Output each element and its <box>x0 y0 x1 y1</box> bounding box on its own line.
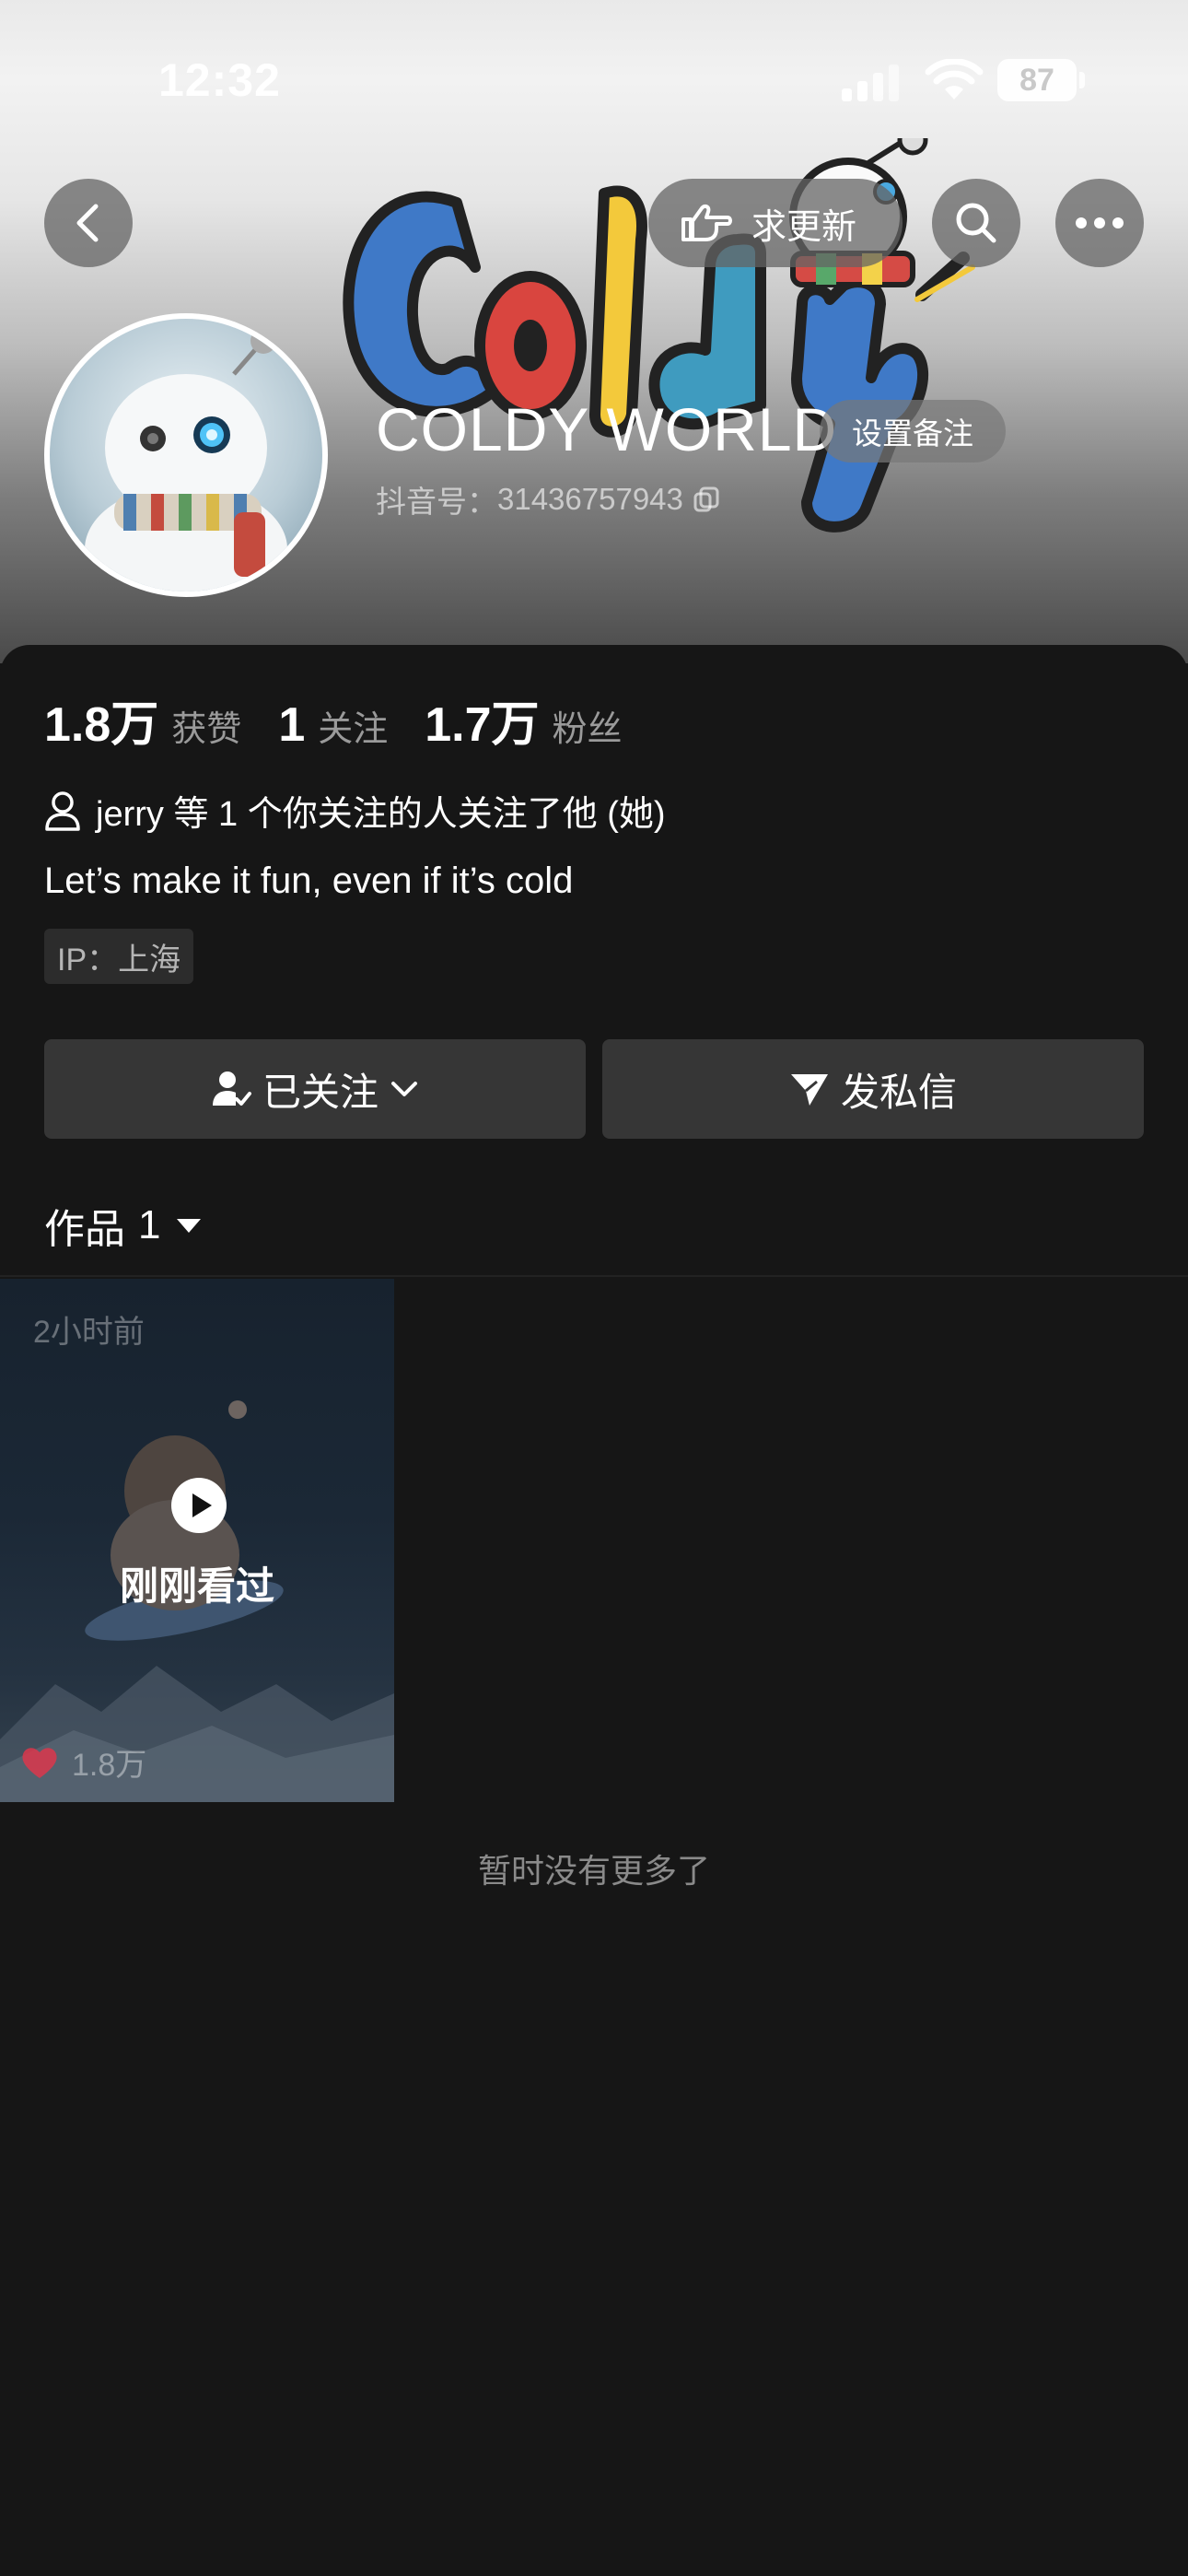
douyin-id: 抖音号： 31436757943 <box>376 477 720 521</box>
stat-followers-value: 1.7万 <box>425 698 540 752</box>
video-time-ago: 2小时前 <box>33 1315 145 1350</box>
douyin-id-value: 31436757943 <box>497 482 683 516</box>
send-icon <box>790 1074 828 1106</box>
pointing-hand-icon <box>681 204 732 241</box>
profile-name: COLDY WORLD <box>376 395 838 463</box>
stat-followers-label: 粉丝 <box>552 710 623 749</box>
video-likes-count: 1.8万 <box>72 1748 147 1783</box>
wifi-icon <box>925 59 984 100</box>
request-update-button[interactable]: 求更新 <box>648 179 903 267</box>
search-button[interactable] <box>932 179 1020 267</box>
send-message-button[interactable]: 发私信 <box>602 1039 1144 1139</box>
play-icon <box>171 1478 227 1533</box>
video-card[interactable]: 2小时前 刚刚看过 1.8万 <box>0 1279 394 1802</box>
tab-divider <box>0 1275 1188 1277</box>
stat-likes-value: 1.8万 <box>44 698 159 752</box>
stat-likes-label: 获赞 <box>171 710 242 749</box>
caret-down-icon <box>177 1219 202 1233</box>
chevron-down-icon <box>391 1082 417 1096</box>
set-remark-button[interactable]: 设置备注 <box>820 400 1006 463</box>
stat-following-value: 1 <box>278 698 306 752</box>
no-more-content-text: 暂时没有更多了 <box>477 1852 710 1890</box>
stat-likes[interactable]: 1.8万 获赞 <box>44 685 241 755</box>
copy-icon[interactable] <box>693 486 720 513</box>
followed-label: 已关注 <box>262 1070 379 1114</box>
stat-following-label: 关注 <box>318 710 389 749</box>
battery-cap <box>1079 72 1085 88</box>
heart-icon <box>22 1747 57 1778</box>
back-icon <box>76 204 99 242</box>
works-tab-count: 1 <box>138 1202 161 1247</box>
status-bar: 12:32 87 <box>0 0 1188 157</box>
video-likes: 1.8万 <box>20 1739 146 1785</box>
tab-works[interactable]: 作品 1 <box>44 1196 203 1255</box>
status-time: 12:32 <box>158 54 281 106</box>
followed-user-icon <box>212 1071 251 1106</box>
profile-bio: Let’s make it fun, even if it’s cold <box>44 861 574 901</box>
more-icon <box>1076 217 1124 228</box>
works-tab-label: 作品 <box>44 1207 125 1252</box>
signal-icon <box>842 64 899 101</box>
mutual-follow-info[interactable]: jerry 等 1 个你关注的人关注了他 (她) <box>44 785 666 836</box>
profile-stats: 1.8万 获赞 1 关注 1.7万 粉丝 <box>44 685 659 755</box>
snowman-avatar-image <box>85 328 287 591</box>
stat-followers[interactable]: 1.7万 粉丝 <box>425 685 622 755</box>
douyin-id-label: 抖音号： <box>376 485 497 519</box>
stat-following[interactable]: 1 关注 <box>278 697 388 753</box>
battery-indicator: 87 <box>997 59 1077 101</box>
ip-location-tag: IP：上海 <box>44 929 194 984</box>
mutual-follow-text: jerry 等 1 个你关注的人关注了他 (她) <box>96 795 666 834</box>
search-icon <box>956 203 996 243</box>
more-button[interactable] <box>1055 179 1144 267</box>
back-button[interactable] <box>44 179 133 267</box>
video-thumbnail-image <box>0 1400 394 1802</box>
user-icon <box>45 790 80 831</box>
send-message-label: 发私信 <box>840 1070 957 1114</box>
request-update-label: 求更新 <box>751 207 857 247</box>
followed-button[interactable]: 已关注 <box>44 1039 586 1139</box>
avatar[interactable] <box>44 313 328 597</box>
recently-watched-label: 刚刚看过 <box>119 1564 274 1608</box>
